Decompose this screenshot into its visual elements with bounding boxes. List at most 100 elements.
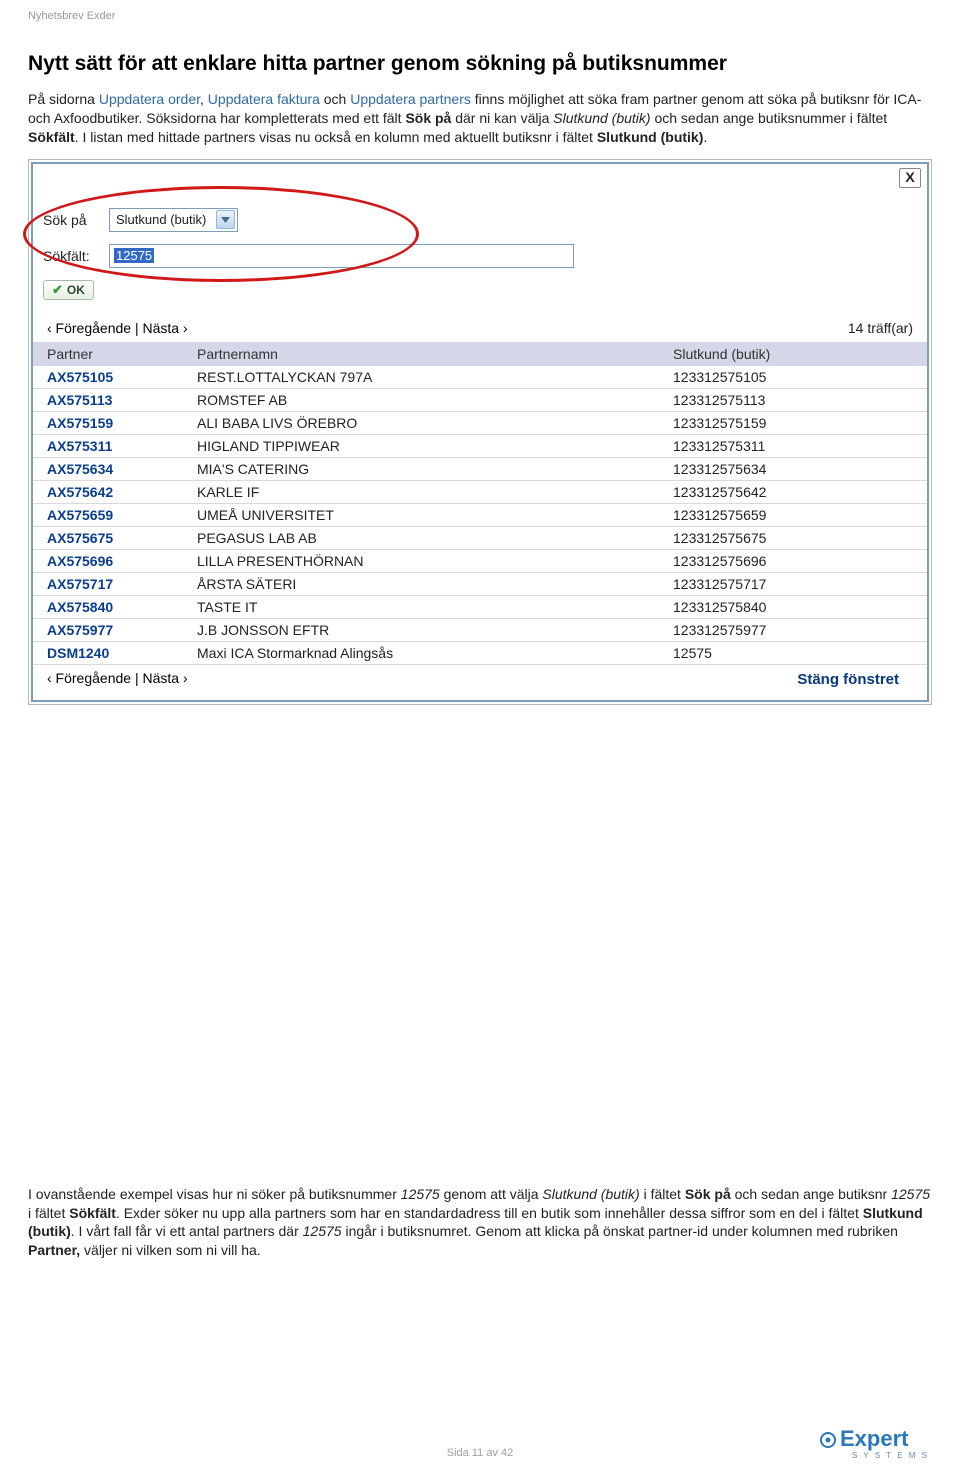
partner-name: ROMSTEF AB — [197, 392, 673, 408]
text: ingår i butiksnumret. Genom att klicka p… — [342, 1223, 898, 1239]
doc-header: Nyhetsbrev Exder — [28, 10, 932, 22]
svg-text:S Y S T E M S: S Y S T E M S — [852, 1451, 929, 1460]
slutkund-butik: 123312575717 — [673, 576, 913, 592]
table-row: AX575840TASTE IT123312575840 — [33, 596, 927, 619]
partner-name: MIA'S CATERING — [197, 461, 673, 477]
text: väljer ni vilken som ni vill ha. — [80, 1242, 261, 1258]
slutkund-butik: 123312575659 — [673, 507, 913, 523]
table-row: AX575159ALI BABA LIVS ÖREBRO123312575159 — [33, 412, 927, 435]
slutkund-butik: 123312575113 — [673, 392, 913, 408]
intro-paragraph: På sidorna Uppdatera order, Uppdatera fa… — [28, 90, 932, 147]
text-bold: Sökfält — [69, 1205, 116, 1221]
chevron-down-icon — [216, 210, 235, 229]
text: och sedan ange butiksnummer i fältet — [651, 110, 888, 126]
below-paragraph: I ovanstående exempel visas hur ni söker… — [28, 1185, 932, 1261]
text: , — [200, 91, 208, 107]
slutkund-butik: 123312575634 — [673, 461, 913, 477]
text: . I vårt fall får vi ett antal partners … — [71, 1223, 303, 1239]
partner-name: UMEÅ UNIVERSITET — [197, 507, 673, 523]
table-row: AX575642KARLE IF123312575642 — [33, 481, 927, 504]
partner-id-link[interactable]: AX575717 — [47, 576, 197, 592]
link-uppdatera-partners[interactable]: Uppdatera partners — [350, 91, 471, 107]
text: . — [703, 129, 707, 145]
partner-id-link[interactable]: AX575634 — [47, 461, 197, 477]
slutkund-butik: 123312575977 — [673, 622, 913, 638]
page-title: Nytt sätt för att enklare hitta partner … — [28, 52, 932, 76]
partner-name: LILLA PRESENTHÖRNAN — [197, 553, 673, 569]
select-sok-pa[interactable]: Slutkund (butik) — [109, 208, 238, 232]
slutkund-butik: 123312575675 — [673, 530, 913, 546]
slutkund-butik: 123312575159 — [673, 415, 913, 431]
text: . Exder söker nu upp alla partners som h… — [116, 1205, 863, 1221]
input-sokfalt[interactable]: 12575 — [109, 244, 574, 268]
text-bold: Slutkund (butik) — [597, 129, 704, 145]
partner-id-link[interactable]: AX575105 — [47, 369, 197, 385]
close-window-link[interactable]: Stäng fönstret — [797, 669, 913, 688]
text-bold: Sökfält — [28, 129, 75, 145]
col-header-butik: Slutkund (butik) — [673, 346, 913, 362]
link-uppdatera-order[interactable]: Uppdatera order — [99, 91, 200, 107]
partner-name: TASTE IT — [197, 599, 673, 615]
partner-id-link[interactable]: DSM1240 — [47, 645, 197, 661]
svg-text:Expert: Expert — [840, 1426, 909, 1451]
partner-name: J.B JONSSON EFTR — [197, 622, 673, 638]
table-row: AX575717ÅRSTA SÄTERI123312575717 — [33, 573, 927, 596]
partner-name: Maxi ICA Stormarknad Alingsås — [197, 645, 673, 661]
text: I ovanstående exempel visas hur ni söker… — [28, 1186, 401, 1202]
text: i fältet — [28, 1205, 69, 1221]
text-bold: Sök på — [405, 110, 451, 126]
partner-name: REST.LOTTALYCKAN 797A — [197, 369, 673, 385]
partner-id-link[interactable]: AX575659 — [47, 507, 197, 523]
pager-next[interactable]: Nästa › — [142, 670, 187, 686]
label-sok-pa: Sök på — [43, 212, 109, 228]
text-italic: Slutkund (butik) — [553, 110, 650, 126]
partner-id-link[interactable]: AX575696 — [47, 553, 197, 569]
partner-id-link[interactable]: AX575311 — [47, 438, 197, 454]
input-value: 12575 — [114, 248, 154, 263]
partner-name: ALI BABA LIVS ÖREBRO — [197, 415, 673, 431]
partner-name: KARLE IF — [197, 484, 673, 500]
text: och sedan ange butiksnr — [731, 1186, 891, 1202]
slutkund-butik: 123312575105 — [673, 369, 913, 385]
partner-id-link[interactable]: AX575977 — [47, 622, 197, 638]
col-header-partner: Partner — [47, 346, 197, 362]
slutkund-butik: 123312575642 — [673, 484, 913, 500]
label-sokfalt: Sökfält: — [43, 248, 109, 264]
text: På sidorna — [28, 91, 99, 107]
pager-next[interactable]: Nästa › — [142, 320, 187, 336]
ok-button[interactable]: ✔ OK — [43, 280, 94, 300]
text-italic: 12575 — [401, 1186, 440, 1202]
slutkund-butik: 123312575840 — [673, 599, 913, 615]
slutkund-butik: 12575 — [673, 645, 913, 661]
partner-name: ÅRSTA SÄTERI — [197, 576, 673, 592]
partner-id-link[interactable]: AX575113 — [47, 392, 197, 408]
table-row: AX575977J.B JONSSON EFTR123312575977 — [33, 619, 927, 642]
slutkund-butik: 123312575696 — [673, 553, 913, 569]
text: . I listan med hittade partners visas nu… — [75, 129, 597, 145]
search-popup-screenshot: X Sök på Slutkund (butik) Sökfält: — [28, 159, 932, 705]
partner-name: PEGASUS LAB AB — [197, 530, 673, 546]
hit-count: 14 träff(ar) — [848, 320, 913, 336]
pager-prev[interactable]: ‹ Föregående — [47, 320, 131, 336]
pager-sep: | — [131, 320, 142, 336]
text-italic: 12575 — [891, 1186, 930, 1202]
close-button[interactable]: X — [899, 168, 921, 188]
ok-label: OK — [67, 283, 85, 297]
link-uppdatera-faktura[interactable]: Uppdatera faktura — [208, 91, 320, 107]
select-value: Slutkund (butik) — [116, 212, 216, 227]
pager-sep: | — [131, 670, 142, 686]
table-row: AX575113ROMSTEF AB123312575113 — [33, 389, 927, 412]
expert-systems-logo: Expert S Y S T E M S — [818, 1418, 938, 1463]
text-italic: Slutkund (butik) — [542, 1186, 639, 1202]
partner-id-link[interactable]: AX575675 — [47, 530, 197, 546]
page-number: Sida 11 av 42 — [447, 1447, 513, 1459]
text-bold: Partner, — [28, 1242, 80, 1258]
partner-id-link[interactable]: AX575840 — [47, 599, 197, 615]
partner-id-link[interactable]: AX575159 — [47, 415, 197, 431]
table-row: AX575105REST.LOTTALYCKAN 797A12331257510… — [33, 366, 927, 389]
text: genom att välja — [440, 1186, 543, 1202]
partner-id-link[interactable]: AX575642 — [47, 484, 197, 500]
pager-prev[interactable]: ‹ Föregående — [47, 670, 131, 686]
text-bold: Sök på — [685, 1186, 731, 1202]
text: där ni kan välja — [451, 110, 553, 126]
